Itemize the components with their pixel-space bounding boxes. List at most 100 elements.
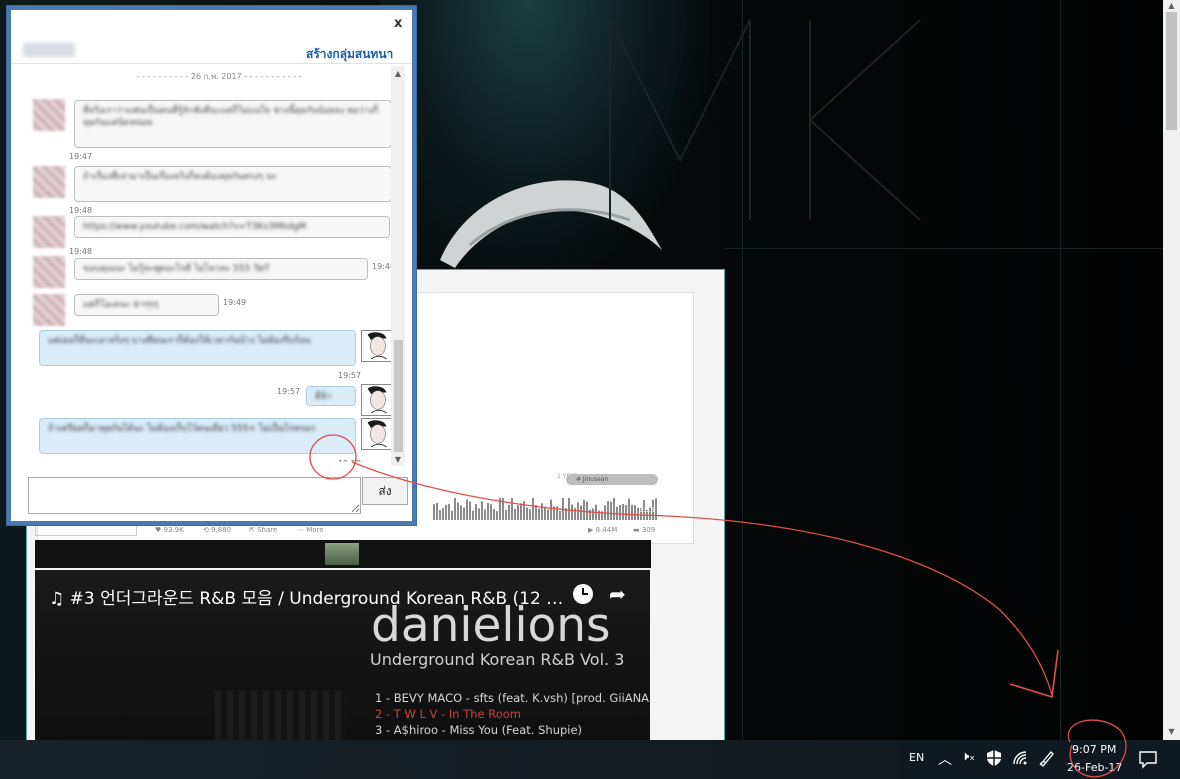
- contact-avatar[interactable]: [33, 99, 65, 131]
- message-bubble[interactable]: แต่ก็โอเคนะ ฮ่าๆๆๆ: [74, 294, 219, 316]
- message-text: แต่เธอก็ดีนะเอาจริงๆ บางทีคนเราก็ต้องให้…: [48, 336, 311, 346]
- waveform-bar: [550, 499, 552, 520]
- deco-line: [724, 248, 1163, 249]
- taskbar: EN ︿ 🕨ₓ 9:07 PM 26-Feb-17: [0, 740, 1180, 779]
- waveform-bar: [589, 509, 591, 520]
- waveform-bar: [451, 510, 453, 520]
- action-center-icon[interactable]: [1138, 749, 1158, 769]
- waveform-bar: [439, 510, 441, 520]
- waveform-bar: [532, 498, 534, 520]
- chevron-up-icon[interactable]: ︿: [938, 749, 952, 769]
- waveform-bar: [469, 501, 471, 520]
- close-button[interactable]: x: [394, 16, 402, 31]
- waveform-bar: [565, 508, 567, 520]
- waveform-bar: [634, 504, 636, 520]
- waveform-bar: [493, 509, 495, 520]
- video-thumbnail[interactable]: [325, 543, 359, 565]
- pen-icon[interactable]: [1038, 749, 1056, 767]
- clock-time[interactable]: 9:07 PM: [1072, 743, 1116, 756]
- likes-count[interactable]: ♥ 93.9K: [155, 526, 184, 534]
- scroll-down-icon[interactable]: ▼: [1163, 726, 1180, 738]
- message-timestamp: 19:49: [223, 298, 247, 307]
- waveform-bar: [604, 505, 606, 520]
- waveform-bar: [535, 504, 537, 520]
- waveform-bar: [484, 509, 486, 520]
- language-indicator[interactable]: EN: [909, 751, 924, 764]
- track-line: 1 - BEVY MACO - sfts (feat. K.vsh) [prod…: [375, 691, 650, 705]
- share-arrow-icon[interactable]: ➦: [609, 582, 626, 606]
- chat-body: x สร้างกลุ่มสนทนา - - - - - - - - - - 26…: [11, 10, 412, 521]
- message-text: ขอบคุณนะ ไม่รู้จะพูดอะไรดี ไม่ไหวละ 555 …: [83, 264, 271, 274]
- waveform-bar: [595, 504, 597, 520]
- waveform-bar: [559, 510, 561, 520]
- message-input[interactable]: [28, 477, 361, 514]
- track-duration: 3:15: [639, 506, 655, 514]
- message-bubble[interactable]: ที่จริงเราว่าแฟนเป็นคนที่รู้จักฟังดีนะแต…: [74, 100, 392, 148]
- waveform-bar: [460, 505, 462, 520]
- contact-avatar[interactable]: [33, 256, 65, 288]
- message-text: ที่จริงเราว่าแฟนเป็นคนที่รู้จักฟังดีนะแต…: [83, 106, 379, 128]
- date-separator: - - - - - - - - - - 26 ก.พ. 2017 - - - -…: [136, 72, 302, 81]
- track-tag[interactable]: # Jinusean: [566, 474, 658, 485]
- message-bubble[interactable]: ถ้าเรื่องที่เล่ามาเป็นเรื่องจริงก็คงต้อง…: [74, 166, 392, 202]
- contact-avatar[interactable]: [33, 166, 65, 198]
- face-icon: [362, 419, 392, 449]
- wifi-icon[interactable]: [1012, 750, 1028, 766]
- waveform-bar: [622, 504, 624, 520]
- waveform-bar: [601, 511, 603, 520]
- message-bubble[interactable]: ดีจ้า: [306, 386, 356, 406]
- waveform-bar: [454, 498, 456, 520]
- page-scroll-thumb[interactable]: [1166, 12, 1177, 130]
- waveform-bar: [586, 501, 588, 520]
- video-background-art: [215, 690, 345, 740]
- create-group-link[interactable]: สร้างกลุ่มสนทนา: [306, 45, 393, 64]
- waveform-bar: [517, 505, 519, 520]
- send-button[interactable]: ส่ง: [362, 477, 408, 505]
- my-avatar[interactable]: [361, 384, 393, 416]
- taskbar-app-area: [0, 740, 900, 779]
- chat-header: สร้างกลุ่มสนทนา: [11, 37, 412, 64]
- waveform-bar: [568, 498, 570, 520]
- shield-icon[interactable]: [986, 749, 1002, 767]
- waveform-bar: [592, 508, 594, 520]
- waveform-bar: [571, 504, 573, 520]
- tracklist: 1 - BEVY MACO - sfts (feat. K.vsh) [prod…: [375, 690, 650, 738]
- artwork-letters: [609, 19, 921, 221]
- waveform-bar: [607, 501, 609, 520]
- chat-scroll-thumb[interactable]: [394, 340, 403, 452]
- chat-scroll-down-icon[interactable]: ▼: [391, 454, 405, 466]
- waveform-bar: [613, 498, 615, 520]
- youtube-player[interactable]: ♫ #3 언더그라운드 R&B 모음 / Underground Korean …: [35, 570, 650, 740]
- message-bubble[interactable]: ถ้าเครียดก็มาคุยกันได้นะ ไม่ต้องเก็บไว้ค…: [39, 418, 356, 454]
- waveform-bar: [511, 498, 513, 520]
- waveform-bar: [577, 502, 579, 520]
- scroll-up-icon[interactable]: ▲: [1163, 0, 1180, 12]
- waveform-bar: [499, 498, 501, 520]
- clock-date[interactable]: 26-Feb-17: [1067, 761, 1122, 774]
- more-button[interactable]: ⋯ More: [297, 526, 324, 534]
- track-line: 2 - T W L V - In The Room: [375, 707, 522, 721]
- message-timestamp: 19:48: [69, 247, 93, 256]
- waveform-bar: [496, 511, 498, 520]
- reposts-count[interactable]: ⟲ 9,880: [203, 526, 231, 534]
- chat-scroll-up-icon[interactable]: ▲: [391, 68, 405, 80]
- message-bubble[interactable]: ขอบคุณนะ ไม่รู้จะพูดอะไรดี ไม่ไหวละ 555 …: [74, 258, 368, 280]
- message-text: แต่ก็โอเคนะ ฮ่าๆๆๆ: [83, 300, 159, 310]
- waveform-bar: [520, 503, 522, 520]
- waveform-bar: [487, 503, 489, 520]
- waveform-bar: [490, 504, 492, 520]
- message-bubble[interactable]: แต่เธอก็ดีนะเอาจริงๆ บางทีคนเราก็ต้องให้…: [39, 330, 356, 366]
- waveform-bar: [478, 508, 480, 520]
- share-button[interactable]: ⇱ Share: [249, 526, 277, 534]
- contact-avatar[interactable]: [33, 216, 65, 248]
- message-bubble[interactable]: https://www.youtube.com/watch?v=T3Ks3Mbd…: [74, 216, 390, 238]
- contact-name: [23, 43, 75, 57]
- waveform-bar: [514, 508, 516, 520]
- speaker-muted-icon[interactable]: 🕨ₓ: [961, 749, 975, 764]
- my-avatar[interactable]: [361, 330, 393, 362]
- my-avatar[interactable]: [361, 418, 393, 450]
- contact-avatar[interactable]: [33, 294, 65, 326]
- waveform-bar: [463, 507, 465, 520]
- waveform-bar: [583, 499, 585, 520]
- track-line: 3 - A$hiroo - Miss You (Feat. Shupie): [375, 723, 583, 737]
